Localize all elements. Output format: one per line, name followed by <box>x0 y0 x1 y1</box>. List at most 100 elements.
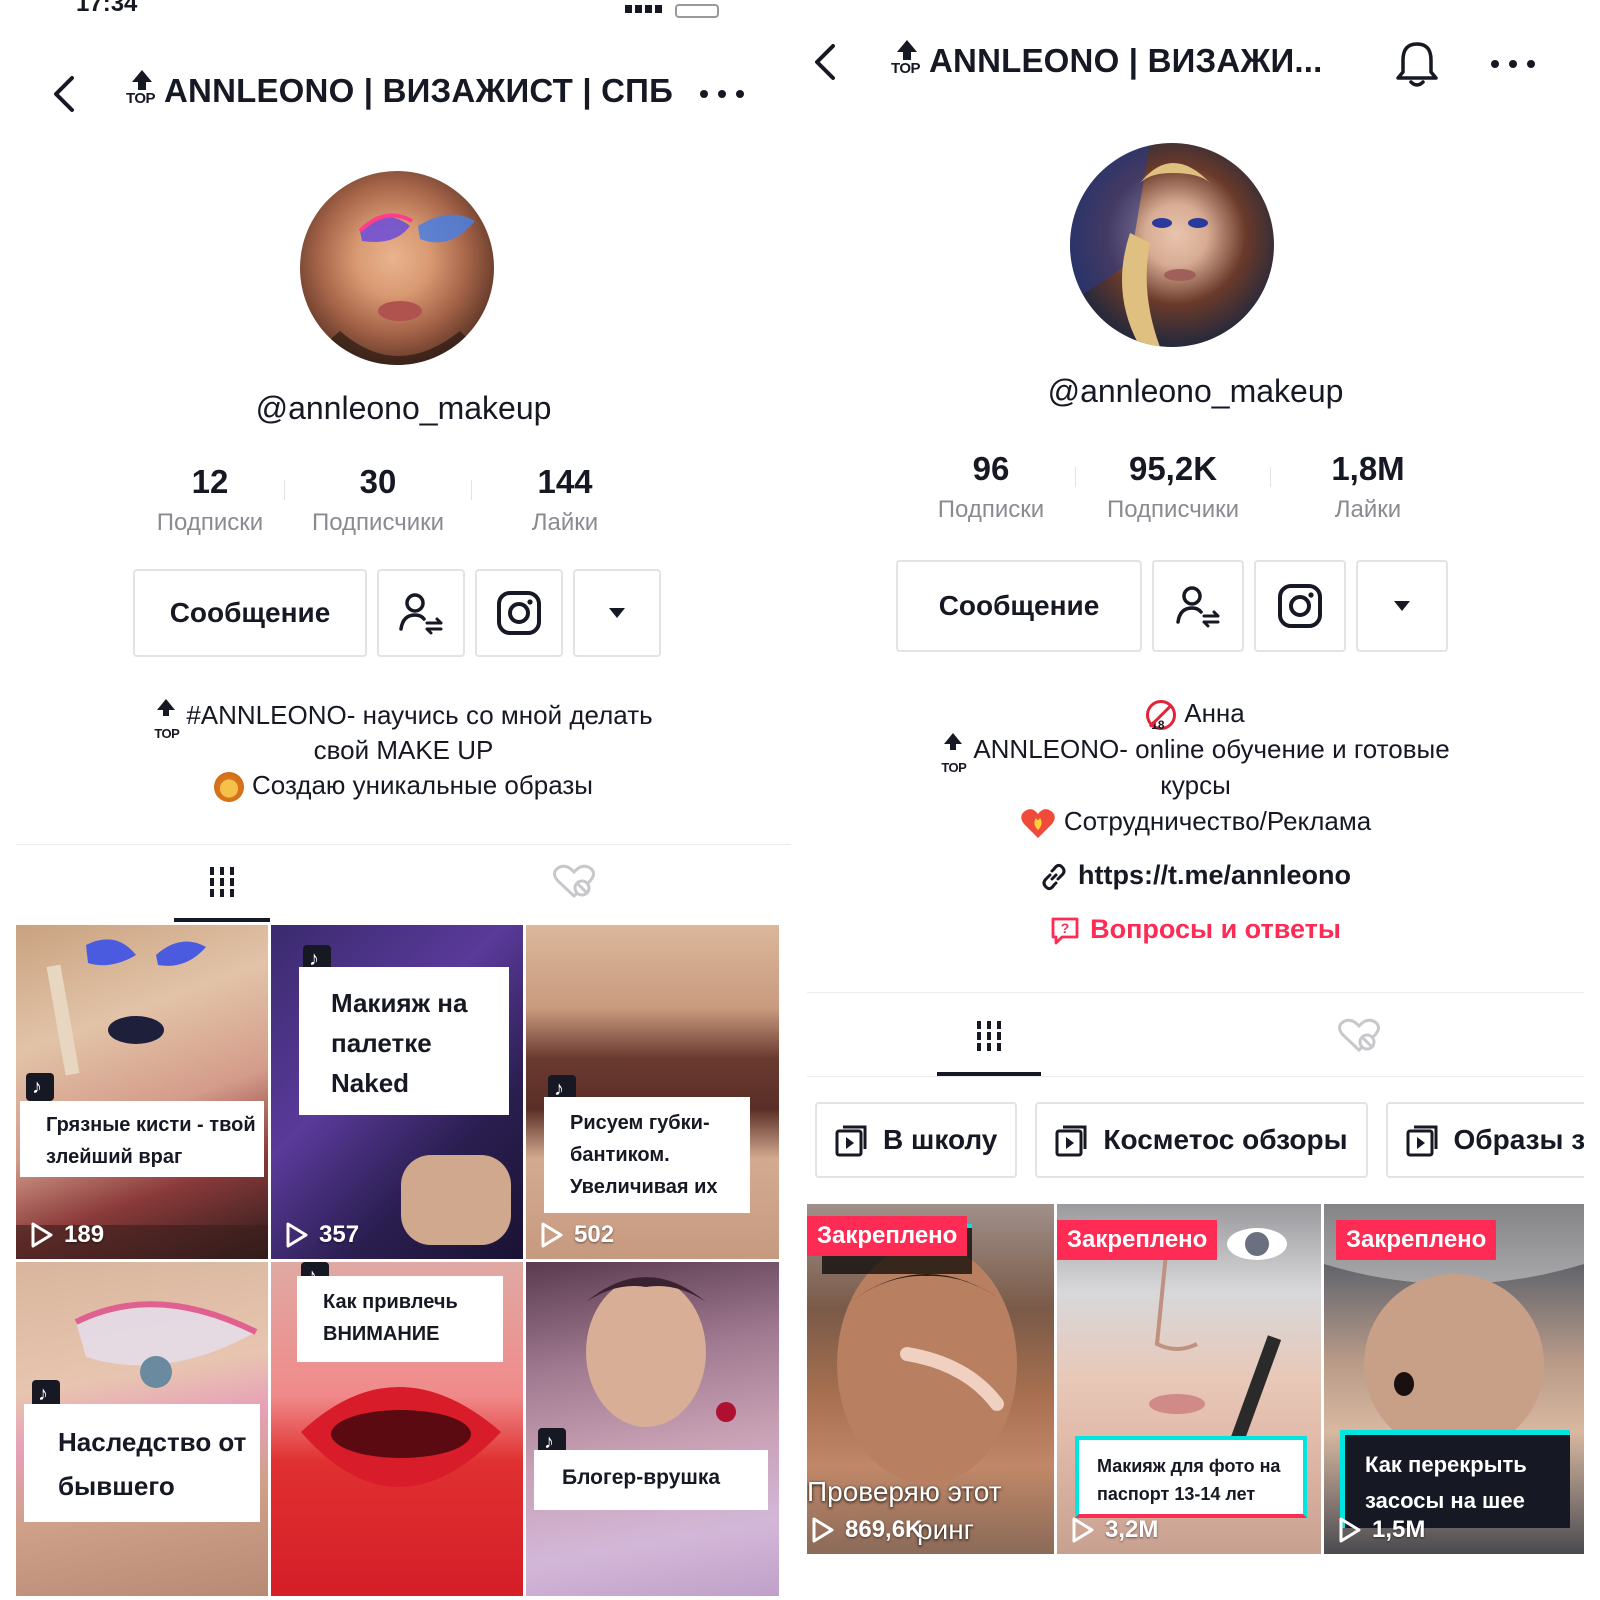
message-button[interactable]: Сообщение <box>896 560 1142 652</box>
top-nav: TOP ANNLEONO | ВИЗАЖИСТ | СПБ <box>16 64 791 124</box>
stat-following[interactable]: 12 Подписки <box>136 463 284 537</box>
view-count: 3,2M <box>1071 1516 1158 1544</box>
tab-liked-private[interactable] <box>526 842 622 922</box>
caret-down-icon <box>609 608 625 618</box>
instagram-icon <box>1278 584 1322 628</box>
video-caption: Макияж для фото на паспорт 13-14 лет <box>1075 1436 1307 1518</box>
video-thumbnail[interactable]: Блогер-врушка <box>526 1262 779 1596</box>
tab-videos[interactable] <box>937 996 1041 1076</box>
hidden-likes-icon <box>1338 1018 1380 1053</box>
dropdown-button[interactable] <box>573 569 661 657</box>
stat-followers[interactable]: 30 Подписчики <box>285 463 471 537</box>
view-count: 502 <box>540 1221 614 1249</box>
playlist-icon <box>1055 1125 1087 1157</box>
video-grid: Закреплено Проверяю этот ринг 869,6K Зак… <box>807 1204 1584 1554</box>
following-count: 12 <box>191 463 229 500</box>
following-count: 96 <box>972 450 1010 487</box>
hand-shape <box>401 1155 511 1245</box>
instagram-button[interactable] <box>1254 560 1346 652</box>
bio-link[interactable]: https://t.me/annleono <box>807 860 1584 891</box>
profile-title-text: ANNLEONO | ВИЗАЖИСТ | СПБ <box>164 72 674 109</box>
profile-title-text: ANNLEONO | ВИЗАЖИ... <box>929 42 1323 79</box>
profile-handle: @annleono_makeup <box>1047 373 1344 409</box>
bio-line-1: #ANNLEONO- научись со мной делать <box>186 700 653 730</box>
video-thumbnail[interactable]: Закреплено Как перекрыть засосы на шее 1… <box>1324 1204 1584 1554</box>
video-caption: Наследство от бывшего <box>24 1404 260 1522</box>
pinned-badge: Закреплено <box>1336 1220 1497 1260</box>
playlist-chip[interactable]: Образы з <box>1385 1102 1584 1178</box>
message-button[interactable]: Сообщение <box>133 569 367 657</box>
playlist-icon <box>835 1125 867 1157</box>
video-grid-icon <box>977 1021 1001 1051</box>
hidden-likes-icon <box>553 864 595 899</box>
video-thumbnail[interactable]: Закреплено Проверяю этот ринг 869,6K <box>807 1204 1054 1554</box>
friend-suggestions-button[interactable] <box>1152 560 1244 652</box>
instagram-icon <box>497 591 541 635</box>
content-tabs <box>16 842 791 922</box>
instagram-button[interactable] <box>475 569 563 657</box>
pinned-badge: Закреплено <box>807 1216 968 1256</box>
back-arrow-icon[interactable] <box>46 74 86 114</box>
top-nav: TOP ANNLEONO | ВИЗАЖИ... <box>807 34 1584 94</box>
signal-battery-icon <box>625 0 755 18</box>
qa-link[interactable]: ? Вопросы и ответы <box>807 914 1584 946</box>
video-thumbnail[interactable]: Рисуем губки-бантиком. Увеличивая их 502 <box>526 925 779 1259</box>
more-options-icon[interactable] <box>700 84 744 104</box>
pinned-badge: Закреплено <box>1057 1220 1218 1260</box>
top-badge-icon: TOP <box>126 70 158 110</box>
profile-avatar[interactable] <box>1070 143 1274 347</box>
back-arrow-icon[interactable] <box>807 42 847 82</box>
tab-videos[interactable] <box>174 842 270 922</box>
stat-followers[interactable]: 95,2K Подписчики <box>1076 450 1270 524</box>
followers-count: 95,2K <box>1128 450 1218 487</box>
video-thumbnail[interactable]: Как привлечь ВНИМАНИЕ <box>271 1262 523 1596</box>
bio-line-2: ANNLEONO- online обучение и готовые <box>973 734 1450 764</box>
fire-heart-icon <box>1021 809 1055 839</box>
left-profile-screen: 17:34 TOP ANNLEONO | ВИЗАЖИСТ | СПБ @annl… <box>16 0 791 1600</box>
tab-liked-private[interactable] <box>1307 996 1411 1076</box>
video-thumbnail[interactable]: Закреплено Макияж для фото на паспорт 13… <box>1057 1204 1321 1554</box>
video-caption-overlay: ринг <box>917 1514 974 1545</box>
playlist-chip[interactable]: Косметос обзоры <box>1035 1102 1368 1178</box>
likes-label: Лайки <box>1334 496 1402 523</box>
play-icon <box>286 1222 308 1248</box>
video-thumbnail[interactable]: Макияж на палетке Naked 357 <box>271 925 523 1259</box>
question-bubble-icon: ? <box>1051 917 1079 945</box>
stat-likes[interactable]: 144 Лайки <box>472 463 658 537</box>
profile-actions: Сообщение <box>133 569 661 657</box>
video-thumbnail[interactable]: Грязные кисти - твой злейший враг 189 <box>16 925 268 1259</box>
friend-suggestions-button[interactable] <box>377 569 465 657</box>
top-badge-icon: TOP <box>891 40 923 80</box>
bio-line-1: Анна <box>1184 698 1245 728</box>
profile-handle: @annleono_makeup <box>255 390 552 426</box>
bio-line-4: Сотрудничество/Реклама <box>1063 806 1372 836</box>
playlist-icon <box>1406 1125 1438 1157</box>
right-profile-screen: TOP ANNLEONO | ВИЗАЖИ... @annleono_makeup… <box>807 0 1584 1600</box>
top-badge-icon: TOP <box>941 733 967 775</box>
bio-line-2: свой MAKE UP <box>313 735 494 765</box>
stat-likes[interactable]: 1,8M Лайки <box>1271 450 1465 524</box>
likes-label: Лайки <box>531 509 599 536</box>
content-tabs <box>807 996 1584 1076</box>
bio-line-3: курсы <box>1160 770 1231 800</box>
svg-text:?: ? <box>1061 920 1070 936</box>
playlist-chip[interactable]: В школу <box>815 1102 1018 1178</box>
add-friend-icon <box>399 593 443 635</box>
video-thumbnail[interactable]: Наследство от бывшего <box>16 1262 268 1596</box>
bio-link-text: https://t.me/annleono <box>1078 860 1351 890</box>
following-label: Подписки <box>937 496 1045 523</box>
dropdown-button[interactable] <box>1356 560 1448 652</box>
tiktok-note-icon <box>26 1073 54 1101</box>
video-caption: Блогер-врушка <box>534 1450 768 1510</box>
likes-count: 1,8M <box>1331 450 1405 487</box>
stat-following[interactable]: 96 Подписки <box>907 450 1075 524</box>
profile-bio: 18 Анна TOP ANNLEONO- online обучение и го… <box>807 695 1584 840</box>
notification-bell-icon[interactable] <box>1395 40 1439 88</box>
more-options-icon[interactable] <box>1491 54 1535 74</box>
top-badge-icon: TOP <box>154 699 180 741</box>
view-count: 869,6K <box>811 1516 922 1544</box>
profile-title: TOP ANNLEONO | ВИЗАЖИ... <box>891 40 1323 80</box>
profile-avatar[interactable] <box>300 171 494 365</box>
lion-emoji-icon <box>214 772 244 803</box>
age-18-restricted-icon: 18 <box>1146 700 1177 732</box>
